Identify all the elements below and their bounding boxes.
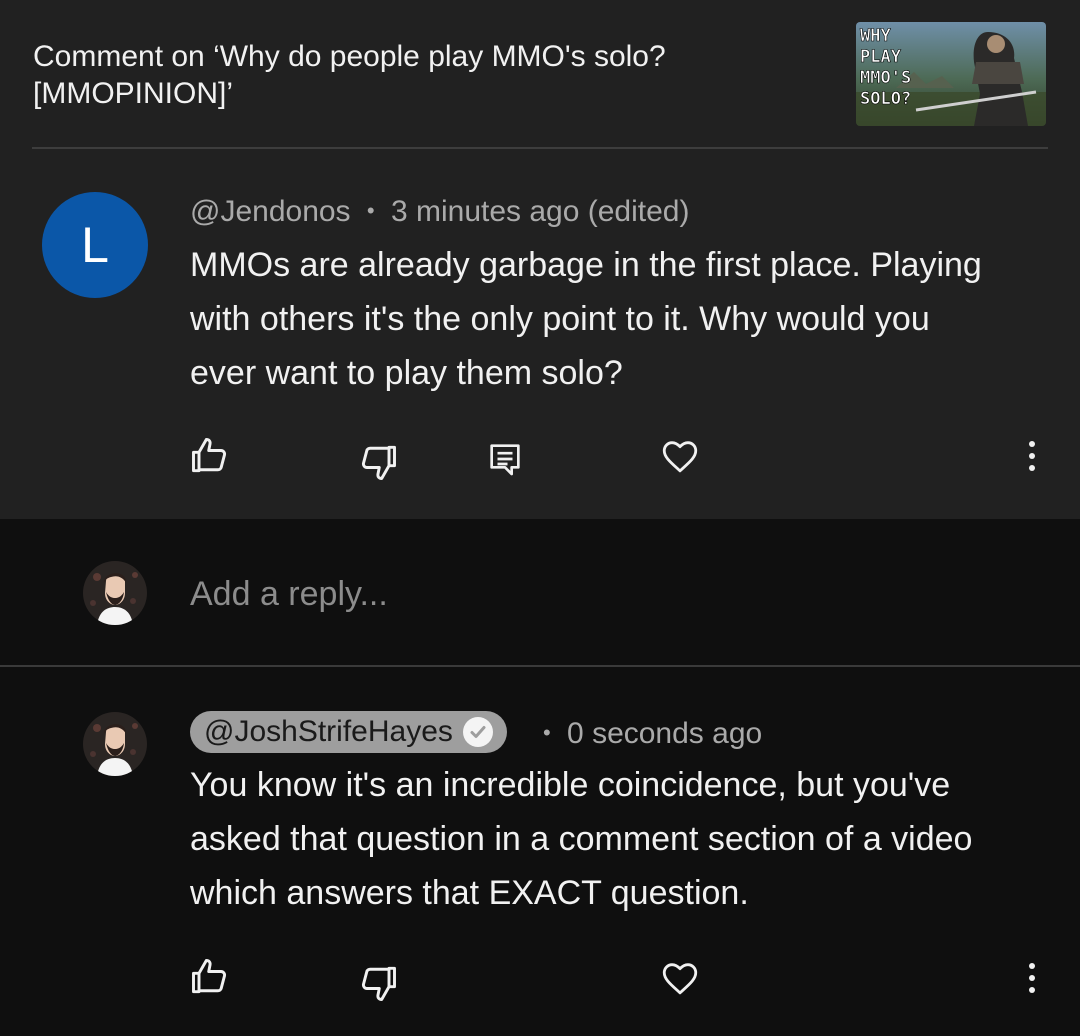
thumbnail-text-line: PLAY: [860, 47, 902, 67]
dislike-button[interactable]: [354, 438, 402, 486]
comment-meta: @Jendonos • 3 minutes ago (edited): [190, 193, 689, 230]
like-button[interactable]: [186, 953, 234, 1001]
reply-time: 0 seconds ago: [567, 717, 763, 750]
like-icon: [192, 438, 227, 473]
page-title: Comment on ‘Why do people play MMO's sol…: [33, 40, 666, 110]
reply-author: @JoshStrifeHayes: [204, 715, 453, 748]
meta-separator: •: [366, 198, 375, 223]
reply-input[interactable]: Add a reply...: [190, 573, 388, 615]
reply-meta: • 0 seconds ago: [543, 713, 762, 754]
dislike-button[interactable]: [354, 959, 402, 1007]
comment-time: 3 minutes ago (edited): [390, 195, 690, 228]
like-icon: [192, 959, 227, 994]
thumbnail-text-line: SOLO?: [860, 89, 911, 109]
more-vert-icon: [1029, 963, 1035, 993]
divider: [0, 665, 1080, 667]
user-avatar[interactable]: [83, 561, 147, 625]
comment-author[interactable]: @Jendonos: [190, 195, 351, 228]
meta-separator: •: [543, 720, 551, 745]
more-vert-icon: [1029, 441, 1035, 471]
reply-icon: [490, 444, 520, 476]
avatar-letter: L: [81, 217, 109, 273]
verified-icon: [462, 717, 493, 747]
avatar-illustration: [83, 712, 147, 776]
avatar-illustration: [83, 561, 147, 625]
thumbnail-image: WHY PLAY MMO'S SOLO?: [856, 22, 1046, 126]
heart-button[interactable]: [656, 954, 704, 1002]
divider: [32, 147, 1048, 149]
like-button[interactable]: [186, 432, 234, 480]
heart-button[interactable]: [656, 432, 704, 480]
thumbnail-text-line: WHY: [860, 26, 891, 46]
reply-button[interactable]: [482, 436, 528, 482]
reply-text: You know it's an incredible coincidence,…: [190, 766, 973, 912]
dislike-icon: [361, 445, 396, 480]
avatar[interactable]: L: [42, 192, 148, 298]
dislike-icon: [361, 966, 396, 1001]
comment-text: MMOs are already garbage in the first pl…: [190, 246, 982, 392]
reply-author-avatar[interactable]: [83, 712, 147, 776]
heart-icon: [662, 441, 698, 473]
creator-chip[interactable]: @JoshStrifeHayes: [190, 711, 507, 753]
thumbnail-text-line: MMO'S: [860, 68, 911, 88]
heart-icon: [662, 963, 698, 995]
more-options-button[interactable]: [1014, 956, 1050, 1000]
more-options-button[interactable]: [1014, 434, 1050, 478]
video-thumbnail[interactable]: WHY PLAY MMO'S SOLO?: [856, 22, 1046, 126]
